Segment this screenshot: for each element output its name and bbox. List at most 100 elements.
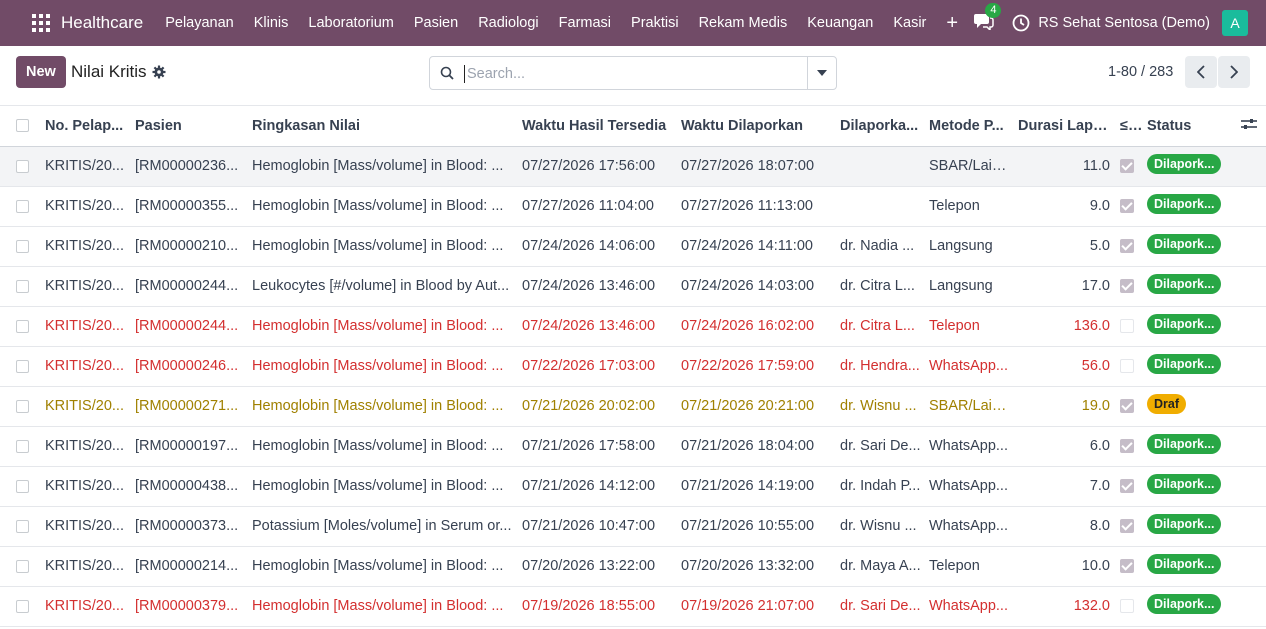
within-target-checkbox	[1116, 346, 1143, 386]
column-header[interactable]: Waktu Hasil Tersedia	[518, 106, 677, 147]
reported-time-cell: 07/24/2026 14:11:00	[681, 238, 813, 254]
table-row[interactable]: KRITIS/20... [RM00000244... Leukocytes [#/…	[0, 266, 1266, 306]
row-select-checkbox[interactable]	[0, 186, 41, 226]
report-number-cell: KRITIS/20...	[45, 278, 124, 294]
gear-icon[interactable]	[152, 65, 166, 79]
method-cell: WhatsApp...	[929, 518, 1008, 534]
table-row[interactable]: KRITIS/20... [RM00000244... Hemoglobin [Ma…	[0, 306, 1266, 346]
table-row[interactable]: KRITIS/20... [RM00000271... Hemoglobin [Ma…	[0, 386, 1266, 426]
status-cell: Dilapork...	[1143, 146, 1233, 186]
table-row[interactable]: KRITIS/20... [RM00000438... Hemoglobin [Ma…	[0, 466, 1266, 506]
column-header[interactable]: Ringkasan Nilai	[248, 106, 518, 147]
menu-item[interactable]: Klinis	[244, 0, 299, 46]
menu-item[interactable]: Keuangan	[797, 0, 883, 46]
apps-menu-icon[interactable]	[14, 0, 50, 46]
row-select-checkbox[interactable]	[0, 426, 41, 466]
table-row[interactable]: KRITIS/20... [RM00000379... Hemoglobin [Ma…	[0, 586, 1266, 626]
menu-item[interactable]: Kasir	[883, 0, 936, 46]
table-row[interactable]: KRITIS/20... [RM00000197... Hemoglobin [Ma…	[0, 426, 1266, 466]
chevron-left-icon	[1197, 65, 1205, 79]
table-row[interactable]: KRITIS/20... [RM00000355... Hemoglobin [Ma…	[0, 186, 1266, 226]
table-row[interactable]: KRITIS/20... [RM00000373... Potassium [Mol…	[0, 506, 1266, 546]
row-spacer	[1233, 586, 1266, 626]
search-input[interactable]	[464, 65, 807, 83]
column-header[interactable]: Durasi Lapo...	[1014, 106, 1116, 147]
row-select-checkbox[interactable]	[0, 466, 41, 506]
menu-item[interactable]: Pelayanan	[155, 0, 244, 46]
pager-previous-button[interactable]	[1185, 56, 1217, 88]
table-row[interactable]: KRITIS/20... [RM00000236... Hemoglobin [Ma…	[0, 146, 1266, 186]
column-header[interactable]: No. Pelap...	[41, 106, 131, 147]
menu-item[interactable]: Laboratorium	[298, 0, 403, 46]
row-select-checkbox[interactable]	[0, 506, 41, 546]
app-brand[interactable]: Healthcare	[61, 13, 143, 33]
patient-cell: [RM00000214...	[135, 558, 239, 574]
status-cell: Dilapork...	[1143, 346, 1233, 386]
column-header[interactable]: ≤...	[1116, 106, 1143, 147]
search-options-toggle[interactable]	[807, 57, 836, 89]
value-summary-cell: Hemoglobin [Mass/volume] in Blood: ...	[252, 158, 504, 174]
result-time-cell: 07/24/2026 13:46:00	[522, 278, 656, 294]
optional-columns-toggle[interactable]	[1233, 106, 1266, 147]
menu-item[interactable]: Praktisi	[621, 0, 689, 46]
caret-down-icon	[817, 70, 827, 76]
column-header[interactable]: Pasien	[131, 106, 248, 147]
column-header[interactable]: Waktu Dilaporkan	[677, 106, 836, 147]
more-menu-button[interactable]: +	[936, 0, 968, 46]
column-header[interactable]: Status	[1143, 106, 1233, 147]
status-badge: Dilapork...	[1147, 594, 1222, 614]
row-select-checkbox[interactable]	[0, 346, 41, 386]
within-target-checkbox	[1116, 506, 1143, 546]
table-row[interactable]: KRITIS/20... [RM00000246... Hemoglobin [Ma…	[0, 346, 1266, 386]
select-all-checkbox[interactable]	[0, 106, 41, 147]
report-number-cell: KRITIS/20...	[45, 598, 124, 614]
status-badge: Draf	[1147, 394, 1187, 414]
chat-count-badge: 4	[985, 3, 1002, 18]
patient-cell: [RM00000197...	[135, 438, 239, 454]
row-select-checkbox[interactable]	[0, 146, 41, 186]
patient-cell: [RM00000373...	[135, 518, 239, 534]
result-time-cell: 07/19/2026 18:55:00	[522, 598, 656, 614]
row-select-checkbox[interactable]	[0, 226, 41, 266]
page-title[interactable]: Nilai Kritis	[71, 62, 147, 82]
reported-time-cell: 07/21/2026 18:04:00	[681, 438, 815, 454]
table-row[interactable]: KRITIS/20... [RM00000214... Hemoglobin [Ma…	[0, 546, 1266, 586]
column-header[interactable]: Dilaporka...	[836, 106, 925, 147]
menu-item[interactable]: Pasien	[404, 0, 468, 46]
activity-clock-icon[interactable]	[1012, 14, 1030, 32]
reported-by-cell: dr. Wisnu ...	[840, 398, 917, 414]
column-header[interactable]: Metode P...	[925, 106, 1014, 147]
pager-value[interactable]: 1-80 / 283	[1108, 64, 1173, 80]
table-row[interactable]: KRITIS/20... [RM00000210... Hemoglobin [Ma…	[0, 226, 1266, 266]
row-spacer	[1233, 426, 1266, 466]
row-select-checkbox[interactable]	[0, 546, 41, 586]
status-cell: Dilapork...	[1143, 586, 1233, 626]
reported-by-cell: dr. Citra L...	[840, 278, 915, 294]
duration-cell: 7.0	[1089, 478, 1110, 494]
method-cell: WhatsApp...	[929, 598, 1008, 614]
company-switcher[interactable]: RS Sehat Sentosa (Demo)	[1038, 15, 1210, 31]
pager-next-button[interactable]	[1218, 56, 1250, 88]
report-number-cell: KRITIS/20...	[45, 398, 124, 414]
value-summary-cell: Hemoglobin [Mass/volume] in Blood: ...	[252, 198, 504, 214]
row-select-checkbox[interactable]	[0, 386, 41, 426]
chat-button[interactable]: 4	[974, 3, 1002, 34]
value-summary-cell: Hemoglobin [Mass/volume] in Blood: ...	[252, 558, 504, 574]
row-select-checkbox[interactable]	[0, 586, 41, 626]
status-badge: Dilapork...	[1147, 474, 1222, 494]
value-summary-cell: Hemoglobin [Mass/volume] in Blood: ...	[252, 238, 504, 254]
within-target-checkbox	[1116, 466, 1143, 506]
new-button[interactable]: New	[16, 56, 66, 88]
value-summary-cell: Hemoglobin [Mass/volume] in Blood: ...	[252, 318, 504, 334]
value-summary-cell: Leukocytes [#/volume] in Blood by Aut...	[252, 278, 510, 294]
status-cell: Dilapork...	[1143, 466, 1233, 506]
row-select-checkbox[interactable]	[0, 306, 41, 346]
row-select-checkbox[interactable]	[0, 266, 41, 306]
menu-item[interactable]: Rekam Medis	[689, 0, 798, 46]
row-spacer	[1233, 306, 1266, 346]
user-avatar[interactable]: A	[1222, 10, 1248, 36]
menu-item[interactable]: Farmasi	[549, 0, 621, 46]
patient-cell: [RM00000236...	[135, 158, 239, 174]
search-bar	[429, 56, 837, 90]
menu-item[interactable]: Radiologi	[468, 0, 548, 46]
